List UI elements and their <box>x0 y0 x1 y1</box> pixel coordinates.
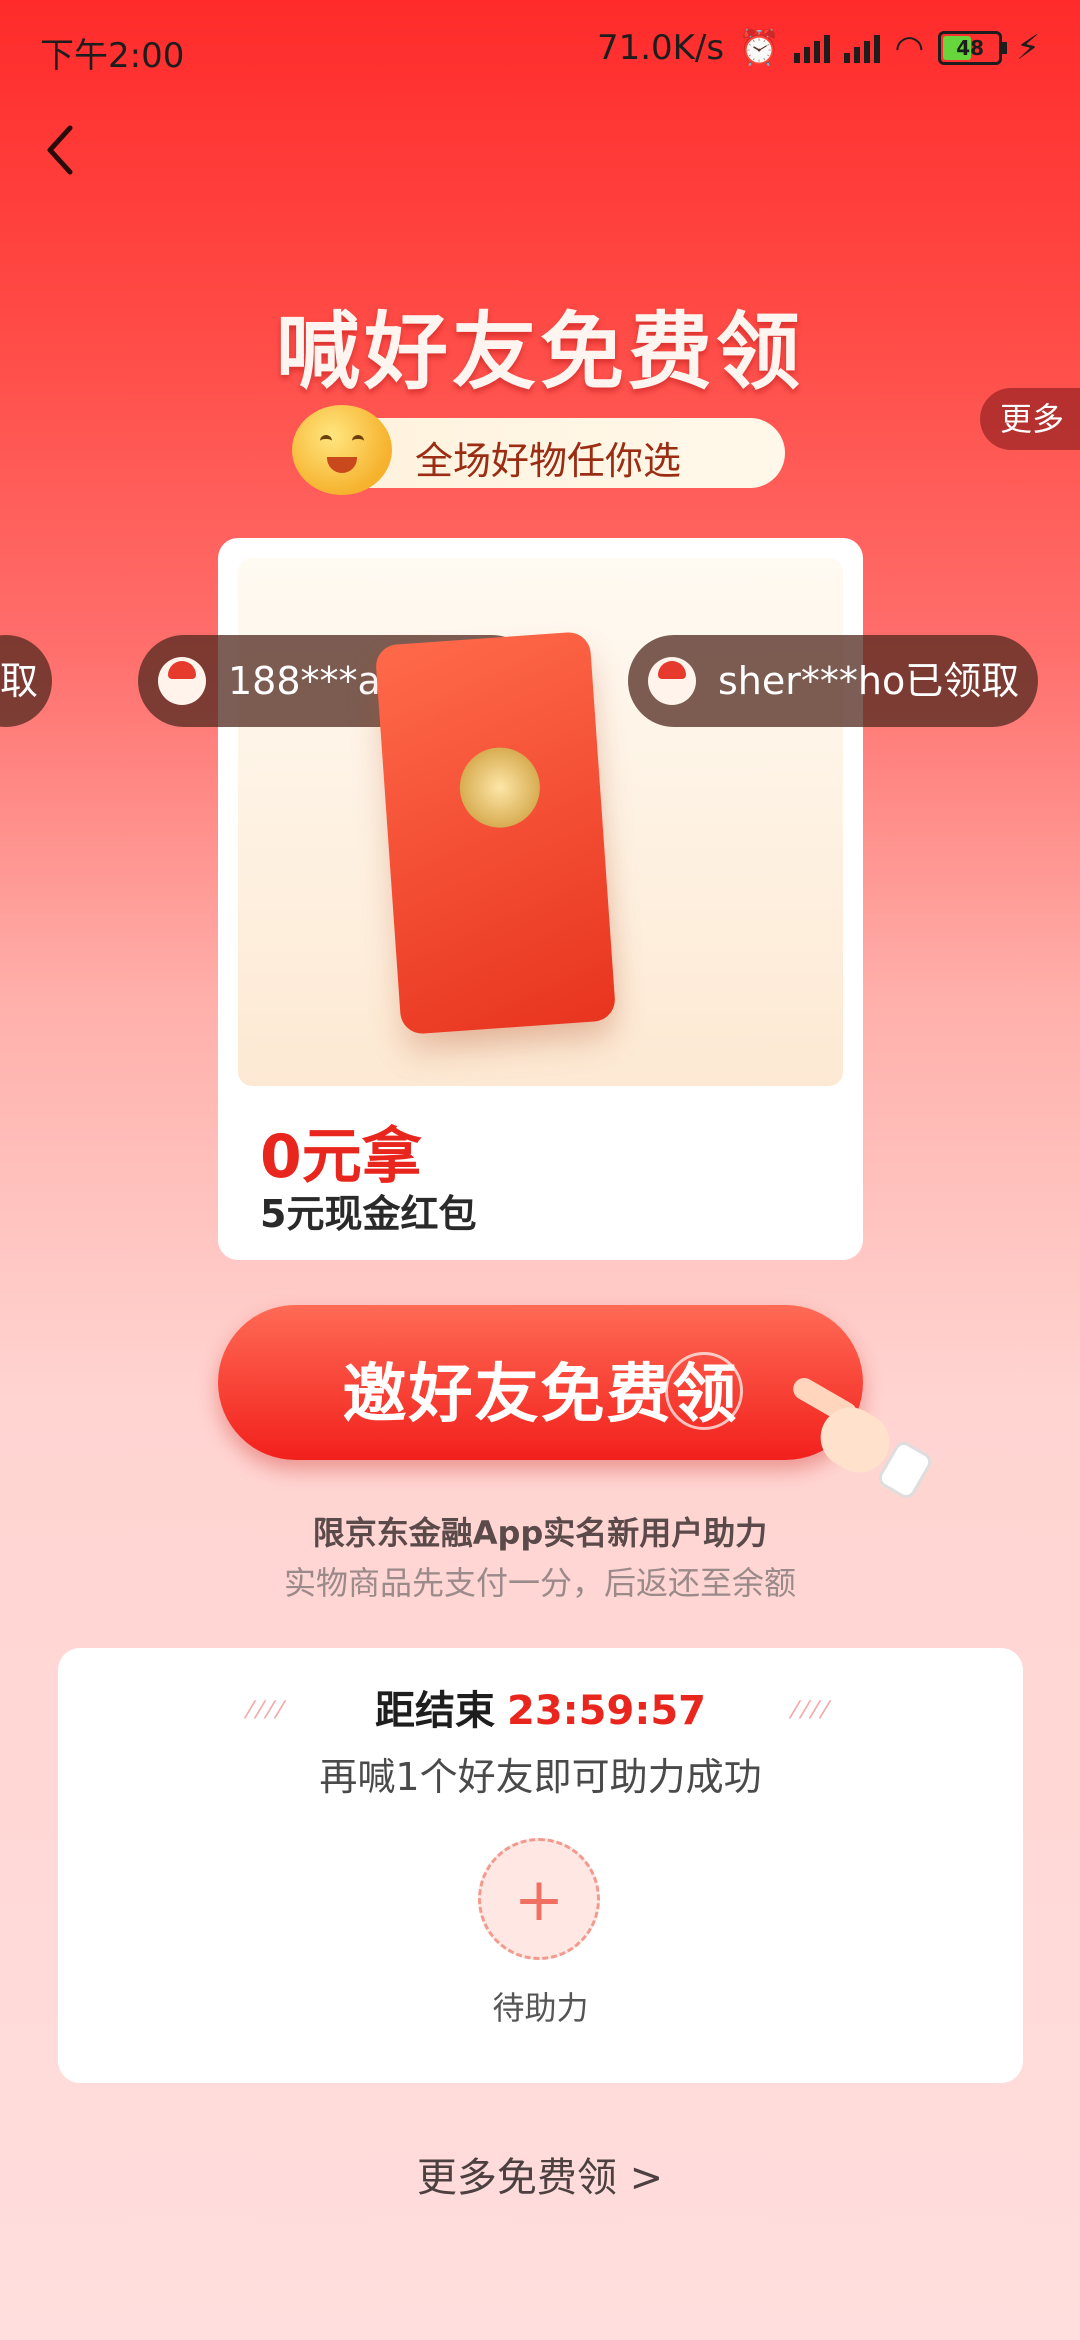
avatar-icon <box>158 657 206 705</box>
side-more-button[interactable]: 更多 <box>980 388 1080 450</box>
red-envelope-front <box>374 630 617 1036</box>
subtitle-text: 全场好物任你选 <box>415 439 682 483</box>
smiley-emoji-icon <box>292 405 392 495</box>
countdown: 距结束 23:59:57 <box>58 1678 1023 1736</box>
tap-ripple-icon <box>665 1352 743 1430</box>
ticker-text: sher***ho已领取 <box>718 659 1020 703</box>
wifi-icon: ◠ <box>894 28 925 68</box>
signal-icon-2 <box>844 33 881 63</box>
pointing-hand-icon <box>789 1373 935 1502</box>
invite-button-label: 邀好友免费领 <box>342 1358 739 1432</box>
battery-icon: 48 <box>938 31 1008 65</box>
back-button[interactable] <box>40 120 100 190</box>
net-speed: 71.0K/s <box>596 28 725 68</box>
eligibility-note: 限京东金融App实名新用户助力 <box>312 1514 768 1552</box>
claim-ticker: sher***ho已领取 <box>628 635 1038 727</box>
countdown-timer: 23:59:57 <box>507 1688 706 1734</box>
page-title: 喊好友免费领 <box>275 303 804 401</box>
invite-friends-button[interactable]: 邀好友免费领 <box>218 1305 863 1460</box>
avatar-icon <box>648 657 696 705</box>
assist-message: 再喊1个好友即可助力成功 <box>319 1755 762 1799</box>
status-bar: 下午2:00 71.0K/s ⏰ ◠ 48 ⚡ <box>0 0 1080 100</box>
alarm-icon: ⏰ <box>738 28 781 68</box>
price-label: 0元拿 <box>260 1122 422 1192</box>
product-name: 5元现金红包 <box>260 1192 477 1236</box>
claim-ticker: 取 <box>0 635 52 727</box>
battery-level: 48 <box>956 36 985 60</box>
more-free-link[interactable]: 更多免费领 > <box>0 2145 1080 2203</box>
pending-assist-label: 待助力 <box>492 1989 589 2027</box>
assist-panel: ⁄⁄⁄⁄ ⁄⁄⁄⁄ 距结束 23:59:57 再喊1个好友即可助力成功 + 待助力 <box>58 1648 1023 2083</box>
chevron-left-icon <box>47 125 73 175</box>
plus-icon: + <box>513 1865 565 1935</box>
signal-icon <box>794 33 831 63</box>
status-icons: 71.0K/s ⏰ ◠ 48 ⚡ <box>597 28 1040 68</box>
charging-icon: ⚡ <box>1016 28 1040 68</box>
add-helper-button[interactable]: + <box>478 1838 600 1960</box>
payment-note: 实物商品先支付一分，后返还至余额 <box>283 1564 796 1602</box>
status-time: 下午2:00 <box>40 36 185 76</box>
countdown-label: 距结束 <box>375 1688 495 1734</box>
ticker-text: 取 <box>0 659 39 703</box>
